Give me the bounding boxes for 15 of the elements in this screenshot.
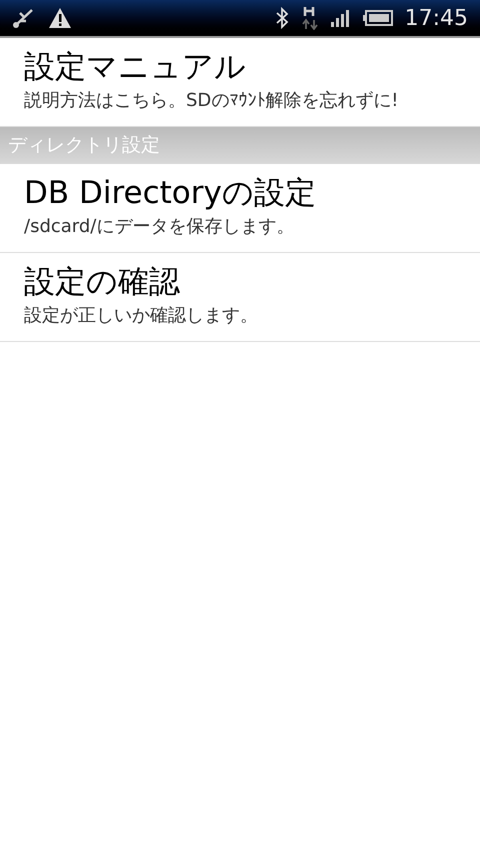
item-title: DB Directoryの設定 — [24, 174, 317, 213]
section-header: ディレクトリ設定 — [0, 127, 480, 164]
item-summary: 説明方法はこちら。SDのﾏｳﾝﾄ解除を忘れずに! — [24, 89, 400, 113]
clock: 17:45 — [404, 4, 468, 32]
signal-icon — [330, 9, 351, 27]
item-summary: /sdcard/にデータを保存します。 — [24, 215, 296, 239]
preference-item[interactable]: DB Directoryの設定 /sdcard/にデータを保存します。 — [0, 164, 480, 253]
bluetooth-icon — [274, 7, 289, 29]
item-title: 設定の確認 — [24, 263, 181, 302]
data-arrows-icon — [300, 6, 319, 30]
preference-item[interactable]: 設定の確認 設定が正しいか確認します。 — [0, 253, 480, 342]
item-summary: 設定が正しいか確認します。 — [24, 304, 259, 328]
battery-icon — [362, 10, 393, 26]
item-title: 設定マニュアル — [24, 48, 247, 87]
warning-icon — [48, 7, 72, 29]
